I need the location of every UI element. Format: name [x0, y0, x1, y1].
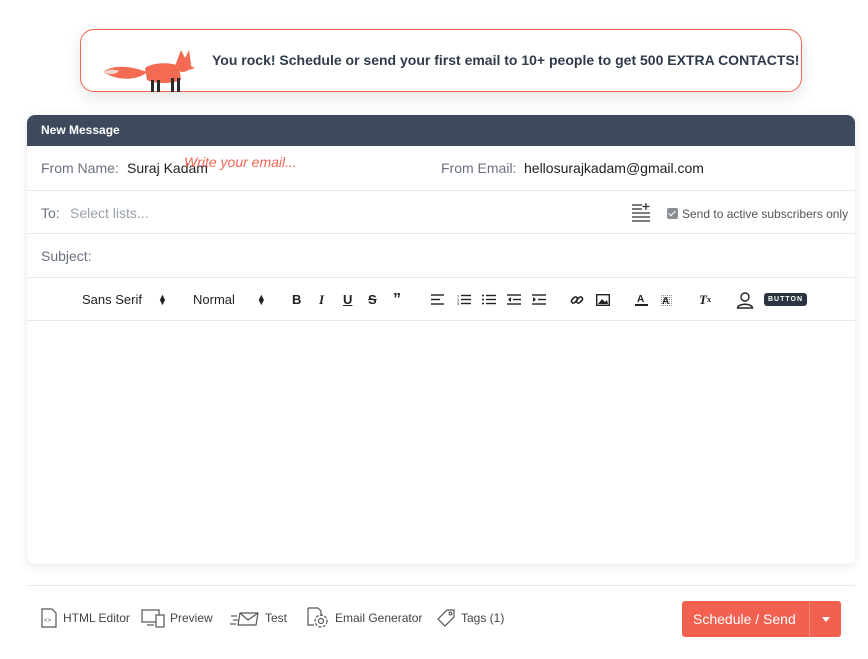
tags-label: Tags (1) — [461, 611, 505, 625]
underline-icon[interactable]: U — [343, 278, 352, 321]
preview-label: Preview — [170, 611, 213, 625]
active-subscribers-option[interactable]: Send to active subscribers only — [667, 205, 848, 221]
fox-icon — [103, 50, 195, 92]
schedule-send-button[interactable]: Schedule / Send — [682, 601, 841, 637]
font-size-value: Normal — [193, 292, 235, 307]
clear-format-icon[interactable]: Tx — [699, 278, 711, 321]
ordered-list-icon[interactable]: 123 — [457, 278, 471, 321]
svg-text:A: A — [637, 294, 644, 305]
send-mail-icon — [230, 612, 259, 626]
bold-icon[interactable]: B — [292, 278, 301, 321]
image-icon[interactable] — [596, 278, 610, 321]
add-list-icon[interactable] — [631, 202, 651, 222]
from-row: From Name: Suraj Kadam From Email: hello… — [27, 146, 855, 191]
insert-button-tag[interactable]: BUTTON — [764, 278, 808, 321]
banner-message: You rock! Schedule or send your first em… — [212, 52, 800, 68]
indent-icon[interactable] — [532, 278, 546, 321]
schedule-send-label: Schedule / Send — [693, 611, 796, 627]
from-email-label: From Email: — [441, 160, 517, 176]
strike-icon[interactable]: S — [368, 278, 377, 321]
subject-label: Subject: — [41, 248, 92, 264]
html-editor-label: HTML Editor — [63, 611, 130, 625]
caret-down-icon — [821, 616, 830, 622]
html-editor-button[interactable]: <> HTML Editor — [40, 606, 130, 630]
bullet-list-icon[interactable] — [482, 278, 496, 321]
button-tag-label: BUTTON — [764, 293, 808, 306]
active-subscribers-checkbox[interactable] — [667, 208, 678, 219]
svg-text:3: 3 — [457, 301, 460, 305]
italic-icon[interactable]: I — [319, 278, 324, 321]
to-list-select[interactable]: Select lists... — [70, 205, 149, 221]
email-generator-button[interactable]: Email Generator — [306, 606, 422, 630]
personalize-icon[interactable] — [736, 278, 754, 321]
to-label: To: — [41, 205, 60, 221]
test-label: Test — [265, 611, 288, 625]
font-size-select[interactable]: Normal ▲ ▼ — [193, 278, 266, 321]
svg-text:A: A — [662, 296, 669, 307]
updown-caret-icon: ▲ ▼ — [256, 291, 266, 307]
quote-icon[interactable]: ” — [393, 278, 401, 321]
subject-row[interactable]: Subject: — [27, 234, 855, 278]
tag-icon — [437, 609, 455, 627]
email-generator-label: Email Generator — [335, 611, 423, 625]
link-icon[interactable] — [570, 278, 584, 321]
font-family-select[interactable]: Sans Serif ▲ ▼ — [82, 278, 167, 321]
outdent-icon[interactable] — [507, 278, 521, 321]
font-family-value: Sans Serif — [82, 292, 142, 307]
align-icon[interactable] — [431, 278, 444, 321]
compose-panel: New Message From Name: Suraj Kadam From … — [27, 115, 855, 564]
from-name-label: From Name: — [41, 160, 119, 176]
footer-divider — [27, 585, 855, 586]
gear-document-icon — [307, 607, 328, 628]
font-color-icon[interactable]: A — [635, 278, 648, 321]
background-color-icon[interactable]: A — [659, 278, 673, 321]
compose-header-title: New Message — [27, 115, 855, 146]
test-button[interactable]: Test — [230, 606, 287, 630]
promo-banner: You rock! Schedule or send your first em… — [80, 29, 802, 92]
preview-button[interactable]: Preview — [141, 606, 213, 630]
active-subscribers-label: Send to active subscribers only — [682, 207, 849, 221]
editor-toolbar: Sans Serif ▲▼ Normal ▲▼ B I U S ” 123 — [27, 278, 855, 321]
svg-text:<>: <> — [44, 618, 52, 624]
updown-caret-icon: ▲ ▼ — [157, 291, 167, 307]
html-file-icon: <> — [41, 608, 57, 628]
from-email-value[interactable]: hellosurajkadam@gmail.com — [524, 160, 704, 176]
email-body-editor[interactable]: Write your email... — [184, 154, 297, 170]
to-row: To: Select lists... Send to active subsc… — [27, 191, 855, 234]
tags-button[interactable]: Tags (1) — [436, 606, 504, 630]
send-options-dropdown[interactable] — [810, 616, 841, 622]
devices-icon — [141, 609, 165, 628]
